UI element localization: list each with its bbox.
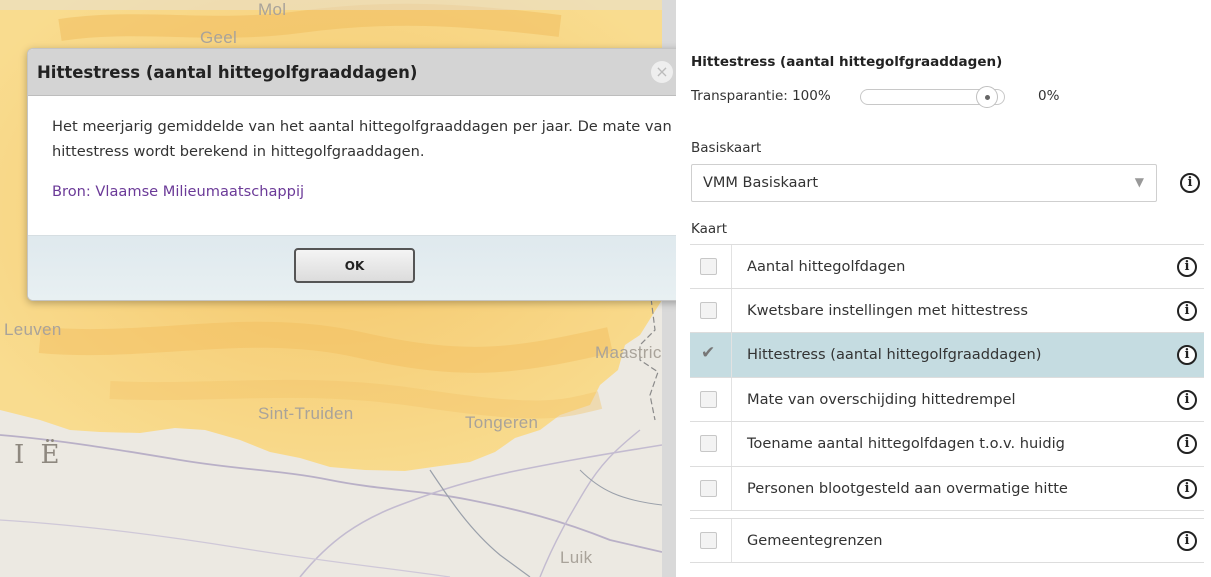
layer-label: Mate van overschijding hittedrempel <box>747 390 1016 408</box>
layer-checkbox[interactable] <box>700 390 717 408</box>
dialog-title: Hittestress (aantal hittegolfgraaddagen) <box>37 63 418 82</box>
chevron-down-icon: ▼ <box>1134 175 1144 189</box>
map-label-leuven: Leuven <box>4 320 62 339</box>
layer-checkbox[interactable] <box>700 301 717 319</box>
layer-label: Gemeentegrenzen <box>747 532 883 549</box>
layer-row[interactable]: Personen blootgesteld aan overmatige hit… <box>690 466 1204 511</box>
layer-label: Toename aantal hittegolfdagen t.o.v. hui… <box>747 435 1065 452</box>
layer-checkbox-cell <box>690 245 732 288</box>
layer-row[interactable]: Kwetsbare instellingen met hittestress i <box>690 288 1204 333</box>
transparency-label: Transparantie: 100% <box>691 88 831 104</box>
map-label-luik: Luik <box>560 548 593 567</box>
dialog-body: Het meerjarig gemiddelde van het aantal … <box>28 96 683 236</box>
layer-row[interactable]: Mate van overschijding hittedrempel i <box>690 377 1204 422</box>
dialog-source-link[interactable]: Bron: Vlaamse Milieumaatschappij <box>52 183 661 200</box>
layer-checkbox-cell <box>690 466 732 510</box>
transparency-slider-handle[interactable] <box>975 86 998 108</box>
layer-list: Aantal hittegolfdagen i Kwetsbare instelli… <box>690 244 1204 563</box>
layer-checkbox[interactable] <box>700 258 717 275</box>
info-icon[interactable]: i <box>1177 257 1197 277</box>
info-dialog: Hittestress (aantal hittegolfgraaddagen)… <box>27 48 684 301</box>
dialog-footer: OK <box>28 235 683 300</box>
dialog-description: Het meerjarig gemiddelde van het aantal … <box>52 118 672 160</box>
basemap-selected-value: VMM Basiskaart <box>703 175 819 191</box>
map-label-tongeren: Tongeren <box>465 413 539 432</box>
kaart-label: Kaart <box>691 221 728 237</box>
dialog-header: Hittestress (aantal hittegolfgraaddagen)… <box>28 49 683 96</box>
layer-checkbox-checked[interactable] <box>700 343 717 363</box>
basemap-select[interactable]: VMM Basiskaart ▼ <box>691 164 1157 202</box>
layer-checkbox-cell <box>690 519 732 562</box>
map-label-maastricht: Maastric <box>595 343 662 362</box>
basemap-label: Basiskaart <box>691 140 762 156</box>
map-label-geel: Geel <box>200 28 238 47</box>
layer-checkbox-cell <box>690 422 732 466</box>
layer-row[interactable]: Gemeentegrenzen i <box>690 518 1204 563</box>
info-icon[interactable]: i <box>1177 389 1197 410</box>
info-icon[interactable]: i <box>1177 345 1197 365</box>
info-icon[interactable]: i <box>1177 434 1197 454</box>
info-icon[interactable]: i <box>1177 531 1197 551</box>
layer-checkbox[interactable] <box>700 435 717 452</box>
layer-checkbox-cell <box>690 288 732 332</box>
layer-checkbox-cell <box>690 377 732 421</box>
layer-label: Personen blootgesteld aan overmatige hit… <box>747 479 1068 497</box>
layer-checkbox[interactable] <box>700 532 717 549</box>
info-icon[interactable]: i <box>1177 478 1197 499</box>
layer-label: Hittestress (aantal hittegolfgraaddagen) <box>747 346 1042 363</box>
layer-label: Kwetsbare instellingen met hittestress <box>747 301 1028 319</box>
info-icon[interactable]: i <box>1177 300 1197 321</box>
layer-checkbox[interactable] <box>700 479 717 497</box>
layer-row[interactable]: Hittestress (aantal hittegolfgraaddagen)… <box>690 333 1204 378</box>
info-icon[interactable]: i <box>1180 173 1200 193</box>
layer-row[interactable]: Toename aantal hittegolfdagen t.o.v. hui… <box>690 422 1204 467</box>
map-label-region: I Ë <box>14 440 64 470</box>
ok-button[interactable]: OK <box>294 248 415 283</box>
transparency-max-label: 0% <box>1038 88 1060 104</box>
layer-checkbox-cell <box>690 333 732 377</box>
layer-panel: Hittestress (aantal hittegolfgraaddagen)… <box>676 0 1211 577</box>
map-label-sint-truiden: Sint-Truiden <box>258 404 354 423</box>
layer-row[interactable]: Aantal hittegolfdagen i <box>690 244 1204 289</box>
active-layer-title: Hittestress (aantal hittegolfgraaddagen) <box>691 54 1003 70</box>
map-label-mol: Mol <box>258 0 287 19</box>
close-icon[interactable]: × <box>651 61 673 83</box>
layer-label: Aantal hittegolfdagen <box>747 258 906 275</box>
